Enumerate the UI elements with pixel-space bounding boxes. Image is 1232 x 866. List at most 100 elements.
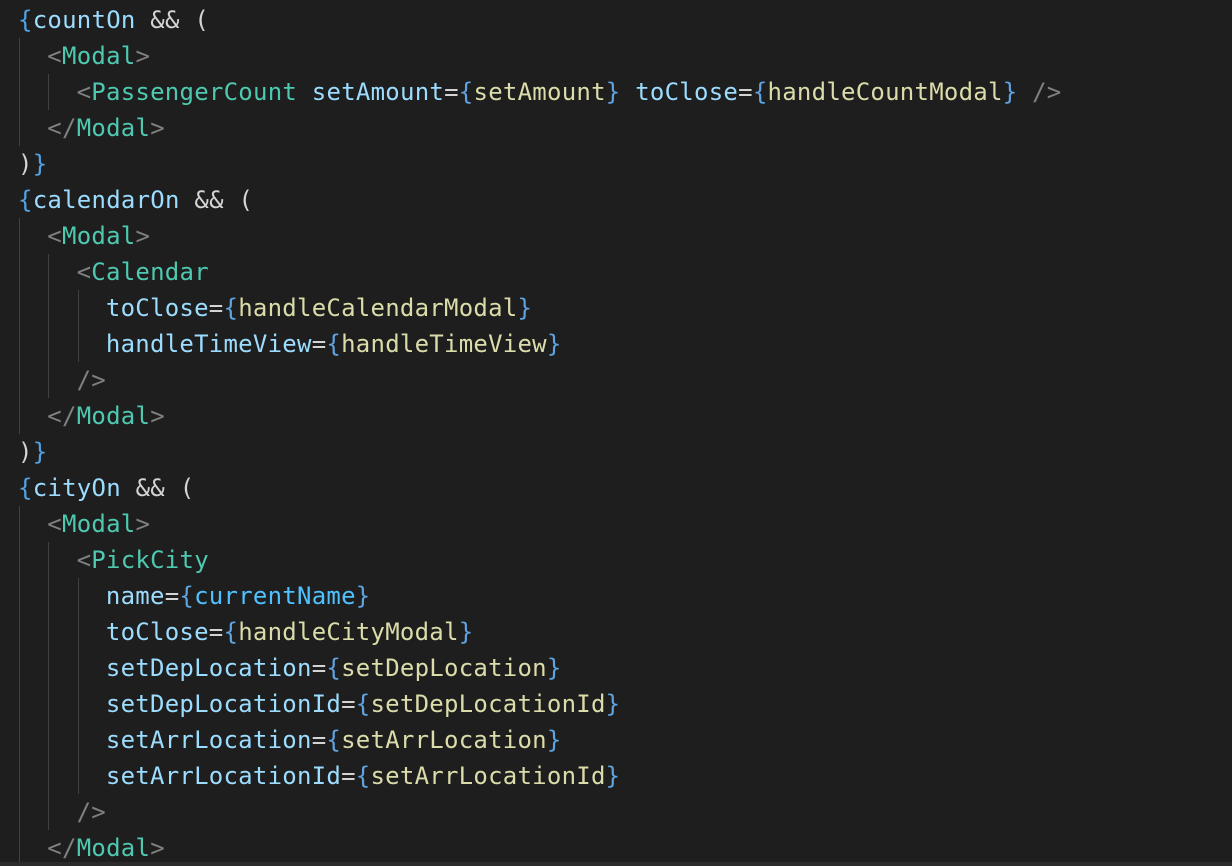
code-line: {calendarOn && (	[18, 182, 253, 218]
code-token: currentName	[194, 582, 356, 610]
code-token: <	[76, 546, 92, 574]
code-token: handleCountModal	[767, 78, 1003, 106]
code-token: }	[605, 78, 621, 106]
code-token: name	[105, 582, 165, 610]
code-token: <	[76, 78, 92, 106]
code-token: setArrLocationId	[370, 762, 606, 790]
code-line: toClose={handleCityModal}	[106, 614, 474, 650]
code-editor[interactable]: {countOn && (<Modal> <PassengerCount setA…	[0, 0, 1232, 866]
code-token: (	[194, 6, 210, 34]
code-token: (	[238, 186, 254, 214]
code-token: <	[47, 42, 62, 70]
code-line: setArrLocationId={setArrLocationId}	[106, 758, 620, 794]
code-token: =	[341, 762, 356, 790]
code-token: }	[517, 294, 533, 322]
code-token: />	[76, 366, 106, 394]
code-token: setAmount	[473, 78, 606, 106]
code-token: }	[546, 330, 562, 358]
code-token: calendarOn	[32, 186, 180, 214]
code-line: setDepLocation={setDepLocation}	[106, 650, 562, 686]
code-line: />	[77, 362, 106, 398]
code-token: {	[326, 330, 342, 358]
code-token: Modal	[62, 222, 136, 250]
code-token: handleTimeView	[105, 330, 312, 358]
code-token: setDepLocation	[105, 654, 312, 682]
code-token: setDepLocationId	[370, 690, 606, 718]
code-line: handleTimeView={handleTimeView}	[106, 326, 562, 362]
code-token: =	[164, 582, 180, 610]
code-token: {	[355, 690, 371, 718]
code-token: toClose	[105, 294, 209, 322]
code-line: <Modal>	[47, 38, 150, 74]
indent-guide	[48, 254, 50, 398]
code-token: {	[752, 78, 768, 106]
code-token: {	[18, 186, 33, 214]
code-line: )}	[18, 434, 47, 470]
code-token: {	[18, 474, 33, 502]
code-token: {	[18, 6, 33, 34]
code-token: =	[208, 618, 224, 646]
code-line: )}	[18, 146, 47, 182]
code-token: {	[179, 582, 195, 610]
indent-guide	[48, 542, 50, 830]
code-token: <	[47, 222, 62, 250]
code-token: </	[47, 402, 77, 430]
code-line: </Modal>	[47, 398, 165, 434]
code-token: Modal	[76, 114, 151, 142]
code-token: =	[444, 78, 459, 106]
code-token: <	[76, 258, 92, 286]
code-token: Modal	[76, 402, 151, 430]
code-token: Modal	[76, 834, 151, 862]
code-token: =	[208, 294, 224, 322]
code-line: setArrLocation={setArrLocation}	[106, 722, 562, 758]
code-line: <PickCity	[77, 542, 209, 578]
code-token: Calendar	[91, 258, 209, 286]
code-token: =	[311, 654, 327, 682]
code-token: toClose	[635, 78, 739, 106]
code-line: <Modal>	[47, 506, 150, 542]
code-token: (	[179, 474, 195, 502]
code-token: >	[135, 222, 151, 250]
code-token: />	[1017, 78, 1062, 106]
code-token: }	[546, 654, 562, 682]
code-token: handleTimeView	[341, 330, 547, 358]
code-token: =	[738, 78, 753, 106]
code-token: }	[355, 582, 371, 610]
code-token: setDepLocationId	[105, 690, 342, 718]
code-token: &&	[179, 186, 239, 214]
code-token: >	[135, 510, 151, 538]
code-token: handleCalendarModal	[238, 294, 518, 322]
code-token: {	[355, 762, 371, 790]
code-token: {	[223, 294, 239, 322]
code-line: <Calendar	[77, 254, 209, 290]
indent-guide	[77, 290, 79, 362]
indent-guide	[48, 74, 50, 110]
horizontal-scrollbar[interactable]	[0, 862, 1232, 866]
code-token: {	[223, 618, 239, 646]
code-token: =	[311, 726, 327, 754]
code-token: PassengerCount	[91, 78, 298, 106]
code-line: </Modal>	[47, 830, 165, 866]
code-token: </	[47, 114, 77, 142]
code-line: name={currentName}	[106, 578, 371, 614]
code-token: setAmount	[311, 78, 445, 106]
code-line: toClose={handleCalendarModal}	[106, 290, 532, 326]
code-line: {countOn && (	[18, 2, 209, 38]
code-line: {cityOn && (	[18, 470, 194, 506]
code-token: setDepLocation	[341, 654, 547, 682]
code-token: )	[18, 150, 33, 178]
code-token: Modal	[62, 42, 136, 70]
code-line: setDepLocationId={setDepLocationId}	[106, 686, 620, 722]
code-token: >	[135, 42, 151, 70]
code-token: }	[32, 150, 48, 178]
code-token: }	[546, 726, 562, 754]
indent-guide	[19, 38, 20, 146]
code-token: >	[150, 834, 165, 862]
code-token: =	[341, 690, 356, 718]
indent-guide	[77, 578, 79, 794]
code-token: setArrLocation	[105, 726, 312, 754]
code-token: }	[458, 618, 474, 646]
code-token: }	[605, 762, 621, 790]
code-line: <PassengerCount setAmount={setAmount} to…	[77, 74, 1062, 110]
